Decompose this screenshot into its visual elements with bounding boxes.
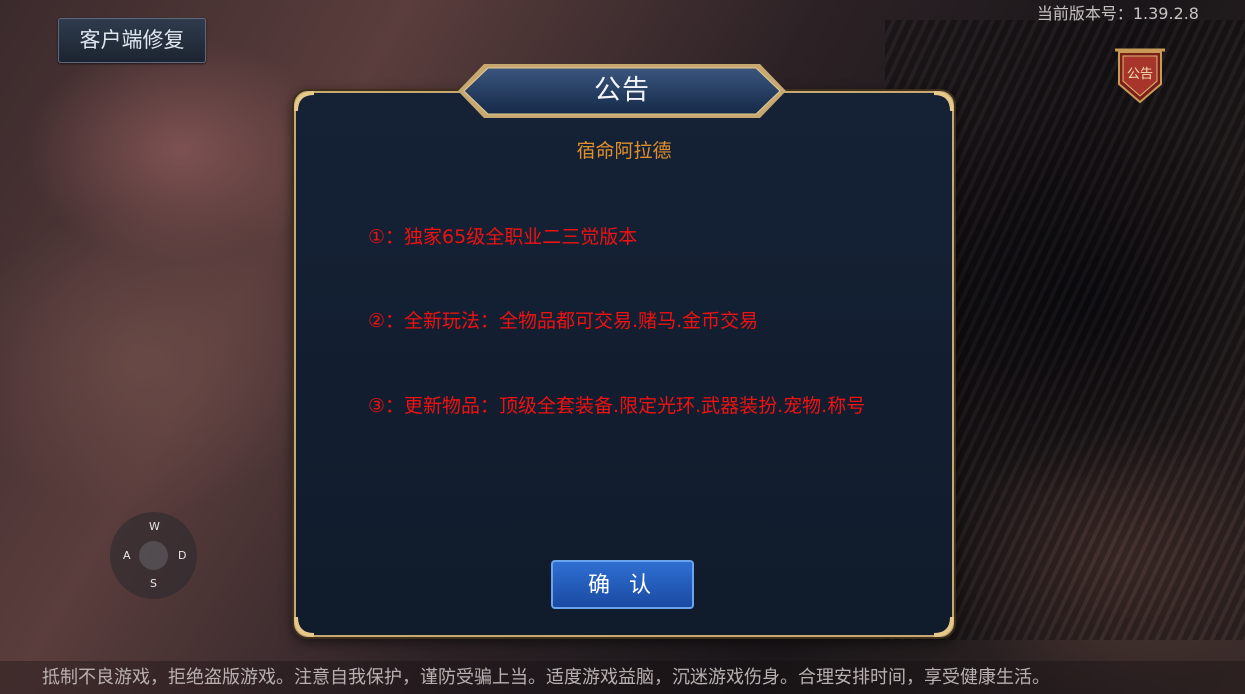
virtual-joystick[interactable]: W A D S bbox=[110, 512, 197, 599]
notice-line-3: ③：更新物品：顶级全套装备.限定光环.武器装扮.宠物.称号 bbox=[368, 395, 866, 417]
joystick-thumb[interactable] bbox=[139, 541, 168, 570]
notice-badge-label: 公告 bbox=[1127, 67, 1153, 82]
notice-badge-button[interactable]: 公告 bbox=[1113, 44, 1167, 104]
dialog-title: 公告 bbox=[594, 75, 650, 106]
corner-ornament-icon bbox=[294, 91, 315, 112]
corner-ornament-icon bbox=[933, 616, 954, 637]
corner-ornament-icon bbox=[294, 616, 315, 637]
notice-line-2: ②：全新玩法：全物品都可交易.赌马.金币交易 bbox=[368, 310, 759, 332]
notice-badge-icon: 公告 bbox=[1115, 48, 1165, 104]
joystick-key-s: S bbox=[150, 577, 157, 590]
joystick-key-d: D bbox=[178, 549, 187, 562]
notice-dialog bbox=[294, 91, 954, 637]
version-label: 当前版本号：1.39.2.8 bbox=[1036, 4, 1199, 23]
corner-ornament-icon bbox=[933, 91, 954, 112]
client-repair-button[interactable]: 客户端修复 bbox=[58, 18, 206, 63]
health-advisory-footer: 抵制不良游戏，拒绝盗版游戏。注意自我保护，谨防受骗上当。适度游戏益脑，沉迷游戏伤… bbox=[0, 661, 1245, 694]
joystick-key-w: W bbox=[149, 520, 160, 533]
confirm-button[interactable]: 确 认 bbox=[551, 560, 694, 609]
notice-line-1: ①：独家65级全职业二三觉版本 bbox=[368, 226, 638, 248]
dialog-subtitle: 宿命阿拉德 bbox=[576, 140, 672, 162]
joystick-key-a: A bbox=[123, 549, 131, 562]
